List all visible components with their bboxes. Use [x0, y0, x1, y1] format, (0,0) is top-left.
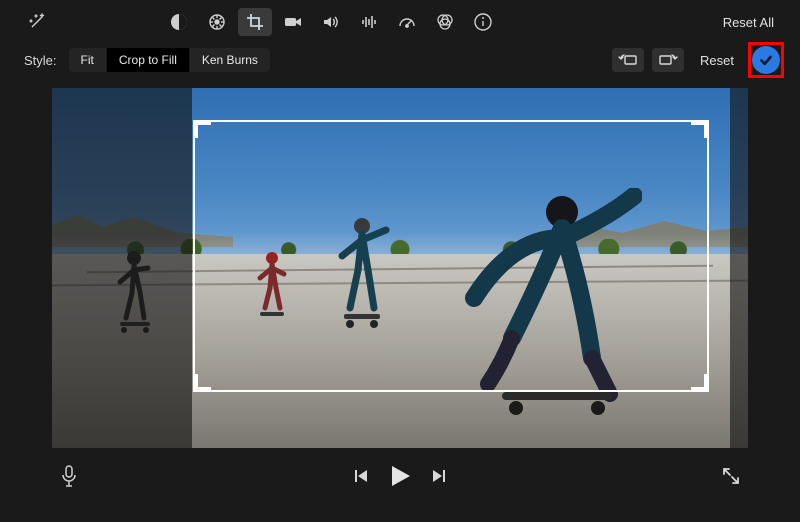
apply-crop-button[interactable]: [752, 46, 780, 74]
reset-all-button[interactable]: Reset All: [723, 15, 774, 30]
crop-handle-br[interactable]: [691, 374, 709, 392]
style-ken-burns-button[interactable]: Ken Burns: [189, 48, 270, 72]
style-fit-button[interactable]: Fit: [69, 48, 106, 72]
speed-button[interactable]: [390, 8, 424, 36]
next-frame-button[interactable]: [422, 459, 456, 493]
enhance-magic-wand-button[interactable]: [20, 8, 54, 36]
rotate-cw-button[interactable]: [652, 48, 684, 72]
crop-handle-bl[interactable]: [193, 374, 211, 392]
adjust-toolbar: Reset All: [0, 0, 800, 40]
preview-viewer[interactable]: [52, 88, 748, 448]
style-label: Style:: [24, 53, 57, 68]
dimmed-region-left: [52, 88, 192, 448]
style-crop-to-fill-button[interactable]: Crop to Fill: [106, 48, 189, 72]
apply-highlight-box: [748, 42, 784, 78]
prev-frame-button[interactable]: [344, 459, 378, 493]
color-correction-button[interactable]: [200, 8, 234, 36]
info-button[interactable]: [466, 8, 500, 36]
crop-style-segmented: Fit Crop to Fill Ken Burns: [69, 48, 270, 72]
stabilization-button[interactable]: [276, 8, 310, 36]
crop-handle-tl[interactable]: [193, 120, 211, 138]
fullscreen-button[interactable]: [714, 459, 748, 493]
playback-bar: [0, 448, 800, 504]
play-button[interactable]: [378, 459, 422, 493]
dimmed-region-right: [730, 88, 748, 448]
reset-crop-button[interactable]: Reset: [700, 53, 734, 68]
color-balance-button[interactable]: [162, 8, 196, 36]
rotate-ccw-button[interactable]: [612, 48, 644, 72]
noise-reduction-button[interactable]: [352, 8, 386, 36]
color-filter-button[interactable]: [428, 8, 462, 36]
voiceover-button[interactable]: [52, 459, 86, 493]
crop-handle-tr[interactable]: [691, 120, 709, 138]
volume-button[interactable]: [314, 8, 348, 36]
crop-rectangle[interactable]: [193, 120, 709, 392]
crop-button[interactable]: [238, 8, 272, 36]
crop-style-bar: Style: Fit Crop to Fill Ken Burns Reset: [0, 40, 800, 80]
